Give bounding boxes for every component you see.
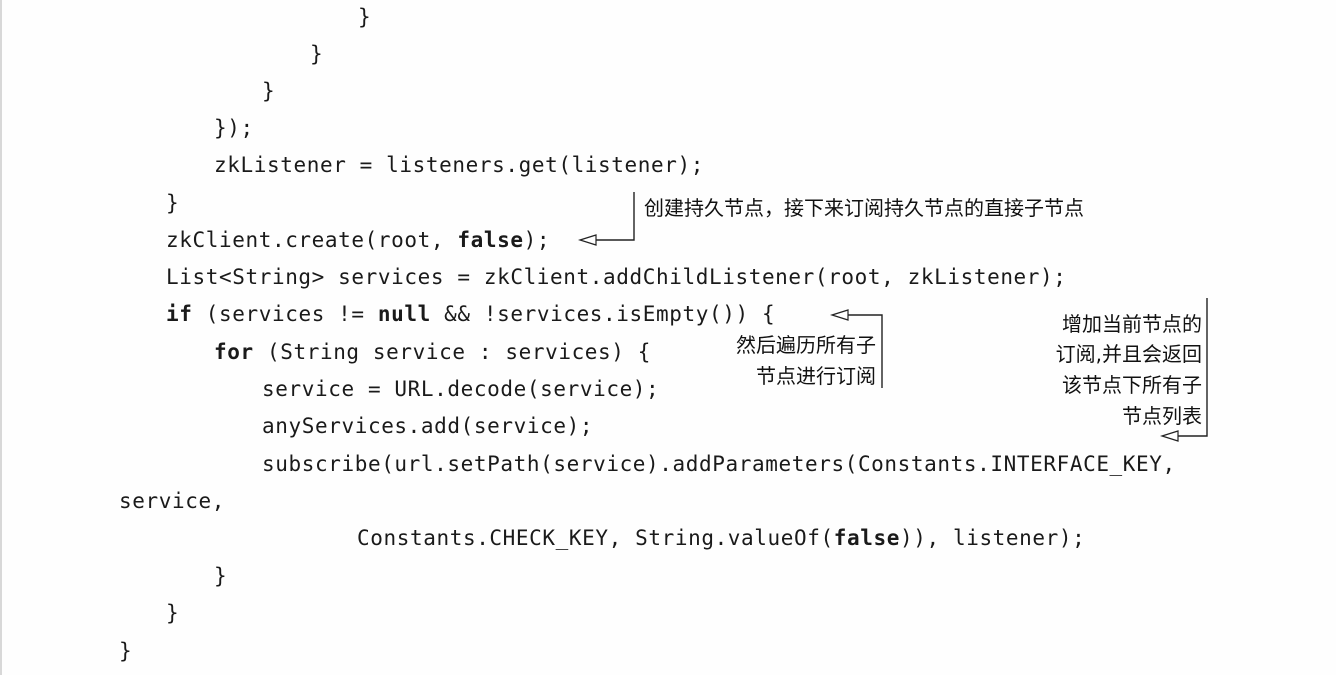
- arrow-head-create: [577, 234, 597, 246]
- code-line-18: }: [119, 639, 133, 663]
- code-line-1: }: [358, 5, 372, 29]
- keyword-null: null: [377, 302, 431, 326]
- keyword-if: if: [166, 302, 193, 326]
- code-line-15: Constants.CHECK_KEY, String.valueOf(fals…: [357, 526, 1086, 550]
- code-line-7: zkClient.create(root, false);: [166, 228, 551, 252]
- keyword-false: false: [833, 526, 900, 550]
- callout-line-create: [596, 192, 635, 241]
- code-line-8: List<String> services = zkClient.addChil…: [166, 265, 1067, 289]
- code-line-12: anyServices.add(service);: [262, 414, 594, 438]
- arrow-head-subscribe: [1159, 430, 1179, 442]
- code-line-2: }: [310, 42, 324, 66]
- annotation-subscribe-line3: 该节点下所有子: [1062, 373, 1202, 397]
- keyword-false: false: [457, 228, 524, 252]
- annotation-subscribe-line2: 订阅,并且会返回: [1055, 342, 1202, 366]
- code-line-17: }: [166, 601, 180, 625]
- code-line-11: service = URL.decode(service);: [262, 377, 660, 401]
- annotation-subscribe-line4: 节点列表: [1122, 404, 1202, 428]
- code-line-13: subscribe(url.setPath(service).addParame…: [262, 452, 1176, 476]
- keyword-for: for: [214, 340, 254, 364]
- code-page: } } } }); zkListener = listeners.get(lis…: [0, 0, 1336, 675]
- arrow-head-iterate: [829, 309, 849, 321]
- code-line-16: }: [214, 564, 228, 588]
- annotation-create: 创建持久节点，接下来订阅持久节点的直接子节点: [644, 196, 1084, 220]
- code-line-14: service,: [119, 489, 225, 513]
- code-line-3: }: [262, 79, 276, 103]
- code-line-5: zkListener = listeners.get(listener);: [214, 153, 704, 177]
- annotation-iterate-line2: 节点进行订阅: [756, 364, 876, 388]
- annotation-subscribe-line1: 增加当前节点的: [1062, 312, 1202, 336]
- code-line-6: }: [166, 191, 180, 215]
- annotation-iterate-line1: 然后遍历所有子: [736, 333, 876, 357]
- code-line-10: for (String service : services) {: [214, 340, 652, 364]
- code-line-9: if (services != null && !services.isEmpt…: [166, 302, 776, 326]
- code-line-4: });: [214, 116, 254, 140]
